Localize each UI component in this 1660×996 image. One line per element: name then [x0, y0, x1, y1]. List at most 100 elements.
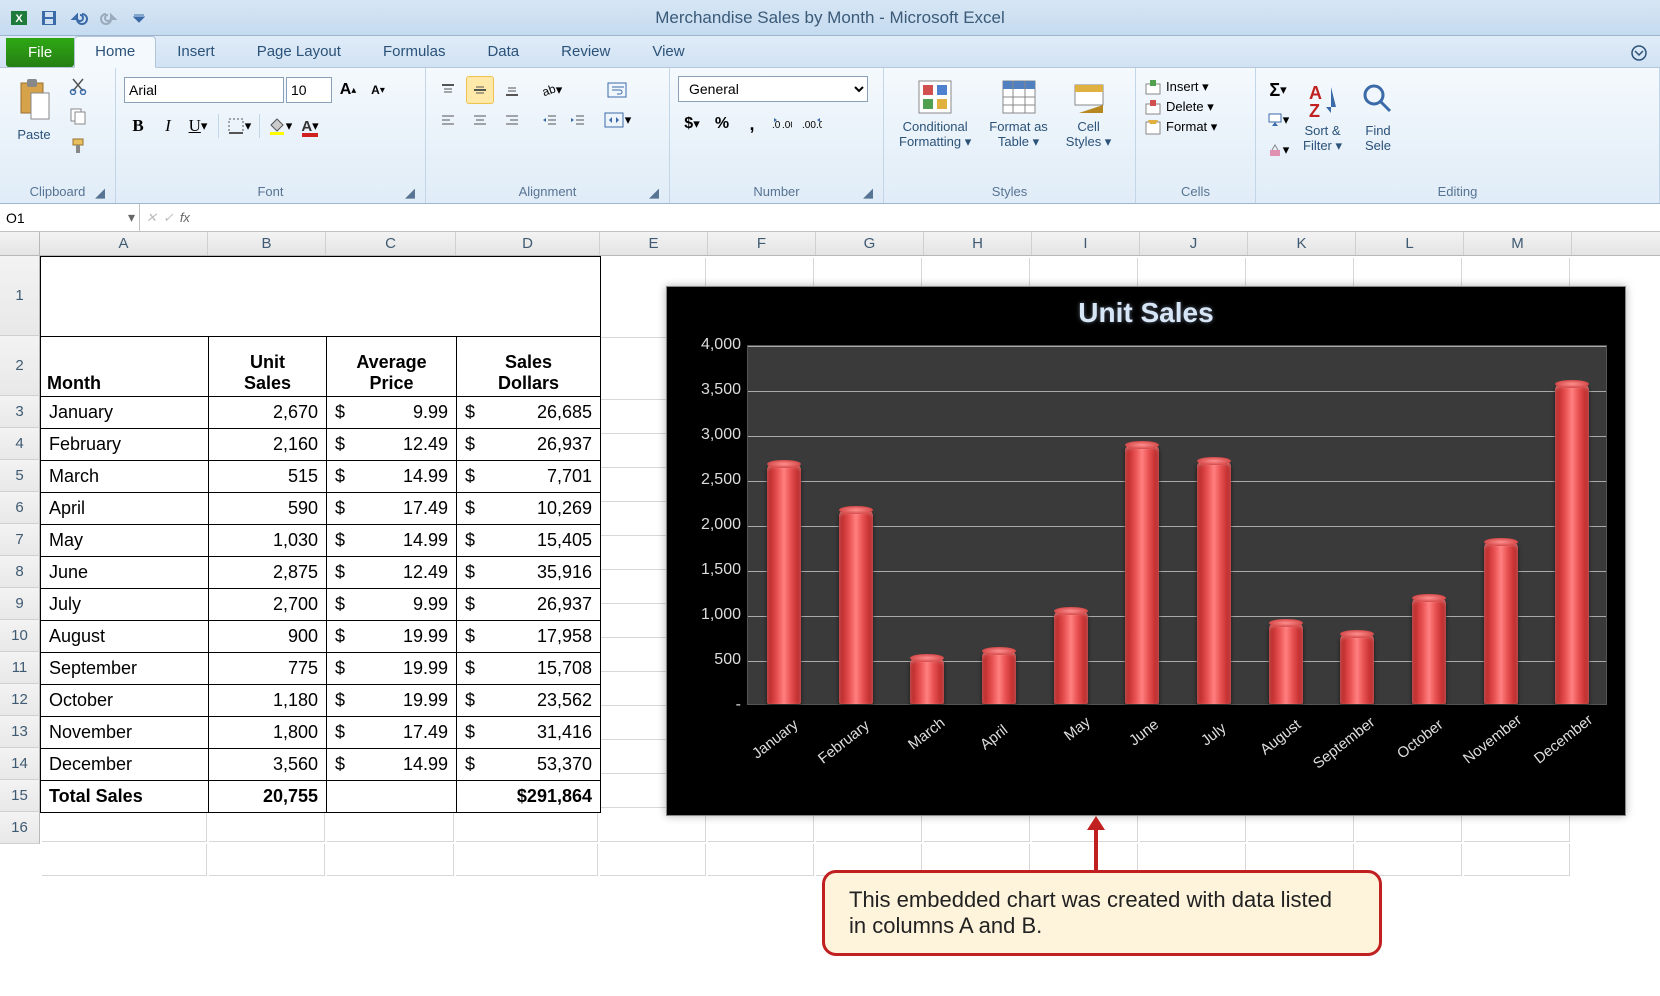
decrease-font-icon[interactable]: A▾: [364, 76, 392, 104]
table-row[interactable]: May1,030$14.99$15,405: [41, 525, 601, 557]
table-row[interactable]: March515$14.99$7,701: [41, 461, 601, 493]
column-header[interactable]: I: [1032, 232, 1140, 255]
autosum-icon[interactable]: Σ▾: [1264, 76, 1292, 104]
increase-indent-icon[interactable]: [564, 106, 592, 134]
clear-icon[interactable]: ▾: [1264, 136, 1292, 164]
column-header[interactable]: H: [924, 232, 1032, 255]
tab-formulas[interactable]: Formulas: [362, 36, 467, 67]
table-row[interactable]: August900$19.99$17,958: [41, 621, 601, 653]
enter-formula-icon[interactable]: ✓: [163, 210, 174, 226]
name-box[interactable]: O1 ▾: [0, 204, 140, 231]
chart-bar[interactable]: [1125, 445, 1159, 704]
fill-icon[interactable]: ▾: [1264, 106, 1292, 134]
chart-bar[interactable]: [1269, 623, 1303, 704]
align-middle-icon[interactable]: [466, 76, 494, 104]
cut-icon[interactable]: [64, 72, 92, 100]
row-header[interactable]: 6: [0, 492, 40, 524]
chart-bar[interactable]: [1412, 598, 1446, 704]
delete-cells-button[interactable]: Delete ▾: [1144, 98, 1214, 116]
qat-customize-icon[interactable]: [126, 5, 152, 31]
column-header[interactable]: E: [600, 232, 708, 255]
increase-decimal-icon[interactable]: .0.00: [768, 110, 796, 138]
decrease-decimal-icon[interactable]: .00.0: [798, 110, 826, 138]
table-row[interactable]: April590$17.49$10,269: [41, 493, 601, 525]
column-header[interactable]: L: [1356, 232, 1464, 255]
row-header[interactable]: 12: [0, 684, 40, 716]
increase-font-icon[interactable]: A▴: [334, 76, 362, 104]
row-header[interactable]: 15: [0, 780, 40, 812]
align-bottom-icon[interactable]: [498, 76, 526, 104]
row-header[interactable]: 1: [0, 256, 40, 336]
row-header[interactable]: 11: [0, 652, 40, 684]
percent-format-icon[interactable]: %: [708, 110, 736, 138]
column-header[interactable]: J: [1140, 232, 1248, 255]
decrease-indent-icon[interactable]: [536, 106, 564, 134]
row-header[interactable]: 16: [0, 812, 40, 844]
row-header[interactable]: 10: [0, 620, 40, 652]
column-header[interactable]: K: [1248, 232, 1356, 255]
align-top-icon[interactable]: [434, 76, 462, 104]
table-row[interactable]: June2,875$12.49$35,916: [41, 557, 601, 589]
chart-bar[interactable]: [910, 658, 944, 704]
select-all-corner[interactable]: [0, 232, 40, 255]
copy-icon[interactable]: [64, 102, 92, 130]
column-header[interactable]: A: [40, 232, 208, 255]
chart-bar[interactable]: [1555, 384, 1589, 704]
column-header-cell[interactable]: AveragePrice: [327, 337, 457, 397]
comma-format-icon[interactable]: ,: [738, 110, 766, 138]
chart-bar[interactable]: [1054, 611, 1088, 704]
format-painter-icon[interactable]: [64, 132, 92, 160]
borders-icon[interactable]: ▾: [225, 112, 253, 140]
tab-insert[interactable]: Insert: [156, 36, 236, 67]
total-row[interactable]: Total Sales20,755$291,864: [41, 781, 601, 813]
column-header[interactable]: G: [816, 232, 924, 255]
table-row[interactable]: November1,800$17.49$31,416: [41, 717, 601, 749]
tab-page-layout[interactable]: Page Layout: [236, 36, 362, 67]
accounting-format-icon[interactable]: $▾: [678, 110, 706, 138]
excel-icon[interactable]: X: [6, 5, 32, 31]
redo-icon[interactable]: [96, 5, 122, 31]
column-header-cell[interactable]: SalesDollars: [457, 337, 601, 397]
format-as-table-button[interactable]: Format as Table ▾: [982, 72, 1055, 155]
cell-styles-button[interactable]: Cell Styles ▾: [1059, 72, 1119, 155]
paste-button[interactable]: Paste: [8, 72, 60, 147]
help-icon[interactable]: [1630, 44, 1648, 62]
worksheet-grid[interactable]: ABCDEFGHIJKLM 12345678910111213141516 Ge…: [0, 232, 1660, 996]
row-header[interactable]: 3: [0, 396, 40, 428]
fill-color-icon[interactable]: ▾: [266, 112, 294, 140]
tab-home[interactable]: Home: [74, 36, 156, 68]
format-cells-button[interactable]: Format ▾: [1144, 118, 1217, 136]
row-header[interactable]: 14: [0, 748, 40, 780]
font-color-icon[interactable]: A▾: [296, 112, 324, 140]
chart-bar[interactable]: [1340, 634, 1374, 704]
find-select-button[interactable]: Find Sele: [1353, 76, 1403, 158]
undo-icon[interactable]: [66, 5, 92, 31]
column-header[interactable]: D: [456, 232, 600, 255]
number-dialog-launcher-icon[interactable]: ◢: [861, 185, 875, 199]
file-tab[interactable]: File: [6, 38, 74, 67]
alignment-dialog-launcher-icon[interactable]: ◢: [647, 185, 661, 199]
chart-bar[interactable]: [1484, 542, 1518, 704]
row-header[interactable]: 8: [0, 556, 40, 588]
fx-icon[interactable]: fx: [180, 210, 190, 225]
save-icon[interactable]: [36, 5, 62, 31]
chart-bar[interactable]: [839, 510, 873, 704]
column-header[interactable]: M: [1464, 232, 1572, 255]
tab-data[interactable]: Data: [466, 36, 540, 67]
cancel-formula-icon[interactable]: ✕: [146, 210, 157, 226]
insert-cells-button[interactable]: Insert ▾: [1144, 78, 1209, 96]
align-left-icon[interactable]: [434, 106, 462, 134]
wrap-text-icon[interactable]: [600, 76, 634, 104]
tab-review[interactable]: Review: [540, 36, 631, 67]
row-header[interactable]: 7: [0, 524, 40, 556]
column-header-cell[interactable]: Month: [41, 337, 209, 397]
conditional-formatting-button[interactable]: Conditional Formatting ▾: [892, 72, 978, 155]
table-row[interactable]: September775$19.99$15,708: [41, 653, 601, 685]
table-row[interactable]: October1,180$19.99$23,562: [41, 685, 601, 717]
namebox-dropdown-icon[interactable]: ▾: [128, 209, 135, 226]
row-header[interactable]: 9: [0, 588, 40, 620]
table-row[interactable]: July2,700$9.99$26,937: [41, 589, 601, 621]
align-right-icon[interactable]: [498, 106, 526, 134]
formula-input[interactable]: [196, 204, 1660, 231]
column-header[interactable]: F: [708, 232, 816, 255]
